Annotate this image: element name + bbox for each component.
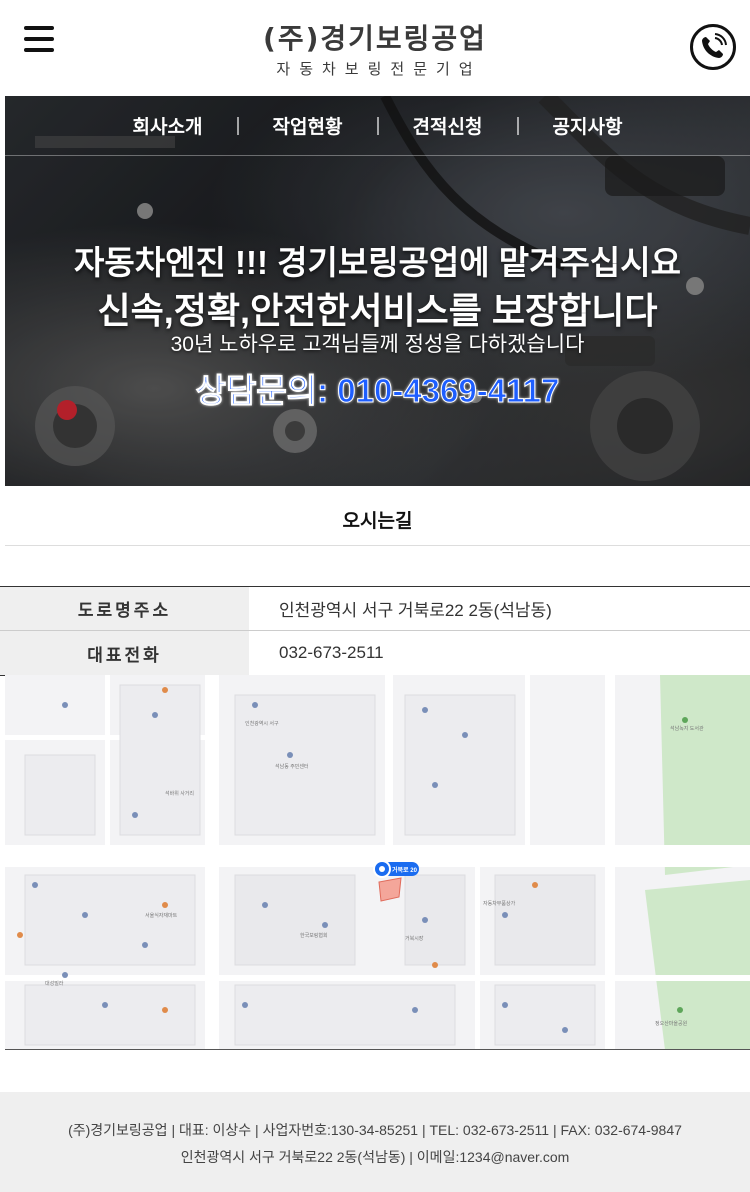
location-map[interactable]: 거북로 20 석남녹지 도서관 정오산마을공원 인천광역시 서구 석남동 주민센…: [5, 675, 750, 1050]
location-info-table: 도로명주소 인천광역시 서구 거북로22 2동(석남동) 대표전화 032-67…: [0, 586, 750, 676]
phone-label: 대표전화: [0, 631, 249, 675]
site-footer: (주)경기보링공업 | 대표: 이상수 | 사업자번호:130-34-85251…: [0, 1092, 750, 1192]
logo-title: (주)경기보링공업: [263, 22, 487, 55]
map-place-label: 자동차부품상가: [483, 901, 516, 907]
map-tiles: [5, 675, 750, 1049]
hero-tagline: 30년 노하우로 고객님들께 정성을 다하겠습니다: [170, 333, 585, 356]
main-nav: 회사소개 작업현황 견적신청 공지사항: [5, 96, 750, 156]
footer-address-email: 인천광역시 서구 거북로22 2동(석남동) | 이메일:1234@naver.…: [180, 1149, 570, 1165]
map-place-label: 한국보링협회: [300, 933, 328, 939]
map-place-label: 석남동 주민센터: [275, 764, 309, 770]
address-label: 도로명주소: [0, 587, 249, 630]
table-row: 대표전화 032-673-2511: [0, 631, 750, 676]
map-marker-label[interactable]: 거북로 20: [392, 865, 417, 874]
logo-subtitle: 자동차보링전문기업: [276, 60, 482, 78]
nav-item-notice[interactable]: 공지사항: [519, 112, 657, 139]
map-place-label: 거북시장: [405, 936, 424, 942]
map-place-label: 인천광역시 서구: [245, 721, 279, 727]
map-place-label: 석바위 사거리: [165, 791, 194, 797]
site-logo[interactable]: (주)경기보링공업 자동차보링전문기업: [0, 22, 750, 79]
nav-item-work[interactable]: 작업현황: [239, 112, 377, 139]
table-row: 도로명주소 인천광역시 서구 거북로22 2동(석남동): [0, 587, 750, 631]
address-value: 인천광역시 서구 거북로22 2동(석남동): [279, 601, 552, 620]
hero-contact-phone[interactable]: 상담문의: 010-4369-4117: [5, 364, 750, 412]
nav-item-estimate[interactable]: 견적신청: [379, 112, 517, 139]
phone-call-icon[interactable]: [690, 24, 736, 70]
site-header: (주)경기보링공업 자동차보링전문기업: [0, 0, 750, 96]
map-place-label: 대성빌라: [45, 981, 64, 987]
map-place-label: 정오산마을공원: [655, 1021, 688, 1027]
footer-company-info: (주)경기보링공업 | 대표: 이상수 | 사업자번호:130-34-85251…: [68, 1122, 682, 1138]
hero-headline: 자동차엔진 !!! 경기보링공업에 맡겨주십시요: [74, 244, 681, 281]
nav-item-company[interactable]: 회사소개: [99, 112, 237, 139]
hero-banner: 회사소개 작업현황 견적신청 공지사항 자동차엔진 !!! 경기보링공업에 맡겨…: [5, 96, 750, 486]
map-place-label: 석남녹지 도서관: [670, 726, 704, 732]
phone-value[interactable]: 032-673-2511: [249, 631, 750, 675]
section-divider: [5, 545, 750, 546]
hero-subheadline: 신속,정확,안전한서비스를 보장합니다: [97, 290, 658, 331]
map-place-label: 서울식자재마트: [145, 913, 178, 919]
section-title: 오시는길: [342, 511, 413, 532]
